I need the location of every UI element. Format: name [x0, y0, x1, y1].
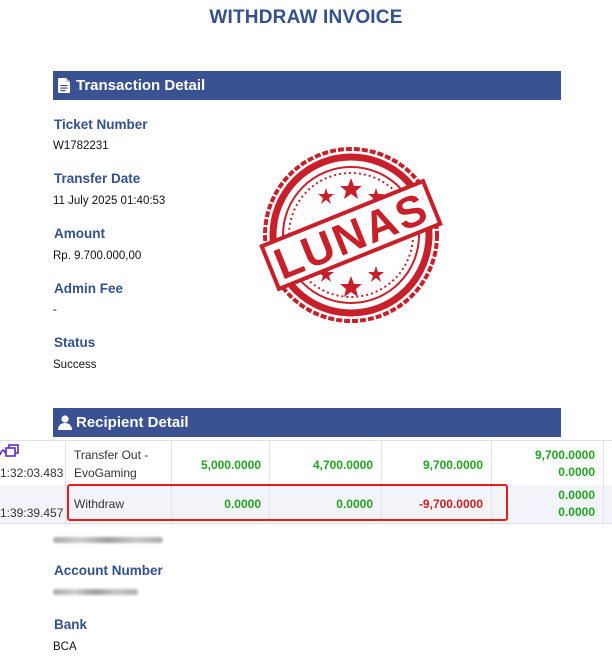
description-cell: Withdraw [66, 485, 172, 523]
amount1-cell: 5,000.0000 [172, 441, 270, 485]
table-row: 1:32:03.483 Transfer Out - EvoGaming 5,0… [0, 440, 612, 486]
amount2-cell: 4,700.0000 [270, 441, 382, 485]
balance-cell: 0.0000 0.0000 [492, 485, 604, 523]
description-cell: Transfer Out - EvoGaming [66, 441, 172, 485]
amount1-value: 5,000.0000 [200, 458, 261, 472]
time-cell: 1:39:39.457 [0, 485, 66, 523]
overflow-cell [604, 441, 612, 485]
admin-fee-value: - [53, 304, 57, 316]
status-label: Status [54, 335, 96, 350]
amount2-value: 4,700.0000 [312, 458, 373, 472]
amount1-cell: 0.0000 [172, 485, 270, 523]
amount-value: Rp. 9.700.000,00 [53, 250, 142, 262]
amount3-value: 9,700.0000 [422, 458, 483, 472]
recipient-detail-header: Recipient Detail [53, 408, 561, 437]
balance-top: 0.0000 [558, 488, 595, 502]
amount3-cell: -9,700.0000 [382, 485, 492, 523]
ticket-number-value: W1782231 [53, 140, 109, 152]
bank-value: BCA [53, 641, 77, 653]
transaction-detail-header: Transaction Detail [53, 71, 561, 100]
transaction-detail-title: Transaction Detail [76, 77, 206, 94]
transfer-date-label: Transfer Date [54, 171, 141, 186]
recipient-detail-title: Recipient Detail [76, 414, 189, 431]
description-line1: Transfer Out - [74, 448, 149, 462]
ticket-number-label: Ticket Number [54, 117, 148, 132]
balance-cell: 9,700.0000 0.0000 [492, 441, 604, 485]
admin-fee-label: Admin Fee [54, 281, 124, 296]
bank-label: Bank [54, 617, 88, 632]
amount3-value: -9,700.0000 [418, 497, 483, 511]
lunas-stamp: LUNAS [256, 140, 446, 330]
overflow-cell [604, 485, 612, 523]
amount2-value: 0.0000 [336, 497, 373, 511]
status-value: Success [53, 359, 97, 371]
redacted-account-number [53, 589, 138, 595]
redacted-name [53, 537, 163, 543]
balance-bottom: 0.0000 [558, 465, 595, 479]
amount2-cell: 0.0000 [270, 485, 382, 523]
amount3-cell: 9,700.0000 [382, 441, 492, 485]
amount1-value: 0.0000 [224, 497, 261, 511]
row-time: 1:39:39.457 [0, 506, 64, 520]
amount-label: Amount [54, 226, 105, 241]
time-cell: 1:32:03.483 [0, 441, 66, 485]
document-icon [58, 77, 72, 94]
copy-icon[interactable] [0, 444, 20, 461]
table-row: 1:39:39.457 Withdraw 0.0000 0.0000 -9,70… [0, 485, 612, 524]
page-title: WITHDRAW INVOICE [209, 7, 403, 28]
description-text: Withdraw [74, 497, 125, 511]
user-icon [58, 414, 72, 431]
transfer-date-value: 11 July 2025 01:40:53 [53, 195, 166, 207]
row-time: 1:32:03.483 [0, 466, 64, 480]
balance-top: 9,700.0000 [534, 448, 595, 462]
balance-bottom: 0.0000 [558, 505, 595, 519]
description-line2: EvoGaming [74, 466, 137, 480]
account-number-label: Account Number [54, 563, 163, 578]
